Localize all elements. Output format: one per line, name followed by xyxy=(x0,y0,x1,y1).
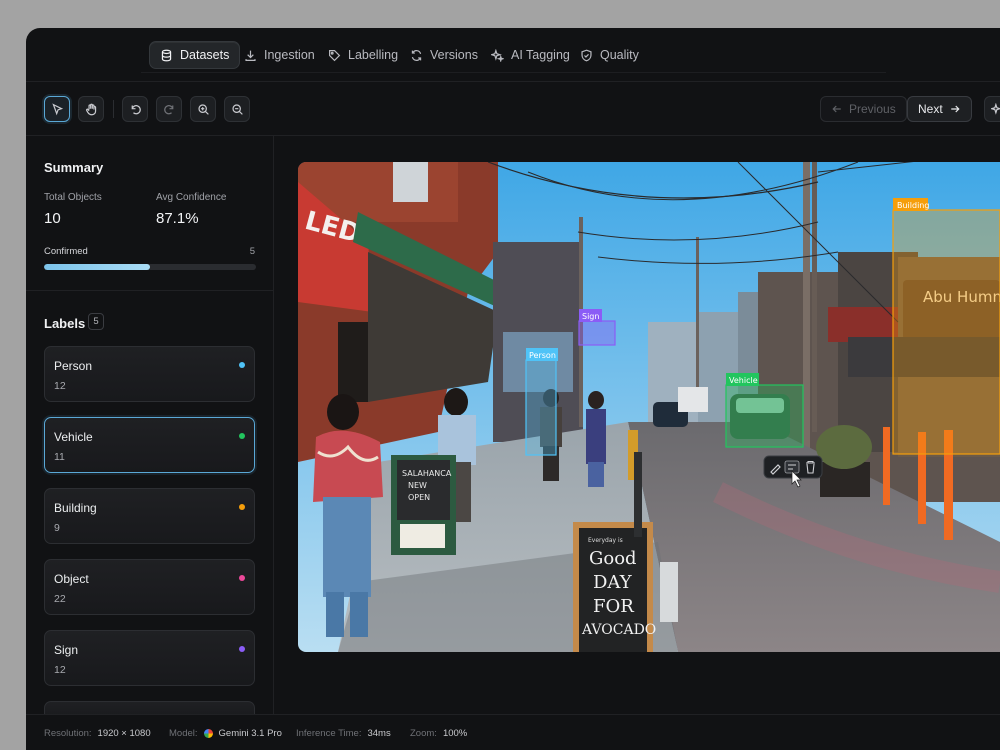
svg-text:AVOCADO: AVOCADO xyxy=(581,622,656,638)
tab-label: AI Tagging xyxy=(511,48,570,62)
summary-title: Summary xyxy=(44,160,104,175)
bbox-building-label: Building xyxy=(897,201,929,210)
bbox-vehicle[interactable] xyxy=(725,384,804,448)
redo-button[interactable] xyxy=(156,96,182,122)
refresh-icon xyxy=(411,49,422,61)
label-name: Vehicle xyxy=(54,430,93,444)
label-name: Building xyxy=(54,501,97,515)
bbox-vehicle-label: Vehicle xyxy=(729,376,758,385)
next-label: Next xyxy=(918,102,943,116)
database-icon xyxy=(161,49,172,61)
zoom-in-button[interactable] xyxy=(190,96,216,122)
sidebar: Summary Total Objects Avg Confidence 10 … xyxy=(26,136,274,721)
label-card-person[interactable]: Person 12 xyxy=(44,346,255,402)
previous-label: Previous xyxy=(849,102,896,116)
label-card-building[interactable]: Building 9 xyxy=(44,488,255,544)
label-name: Sign xyxy=(54,643,79,657)
board-line: SALAHANCA xyxy=(402,469,452,478)
toolbar: Previous Next xyxy=(26,82,1000,136)
tag-icon xyxy=(329,49,341,61)
label-count: 9 xyxy=(54,522,60,534)
label-card-object[interactable]: Object 22 xyxy=(44,559,255,615)
zoom-out-button[interactable] xyxy=(224,96,250,122)
label-name: Person xyxy=(54,359,93,373)
tab-label: Ingestion xyxy=(264,48,315,62)
chalkboard-sign: Everyday is Good DAY FOR AVOCADO xyxy=(573,522,656,652)
model-readout: Model: Gemini 3.1 Pro xyxy=(169,728,282,739)
label-card-vehicle[interactable]: Vehicle 11 xyxy=(44,417,255,473)
cursor-icon xyxy=(51,102,63,115)
avg-confidence-label: Avg Confidence xyxy=(156,192,227,203)
label-count: 22 xyxy=(54,593,66,605)
next-button[interactable]: Next xyxy=(907,96,972,122)
tab-ai-tagging[interactable]: AI Tagging xyxy=(481,41,580,69)
ai-assist-button[interactable] xyxy=(984,96,1000,122)
color-dot xyxy=(239,646,245,652)
color-dot xyxy=(239,504,245,510)
shield-icon xyxy=(581,49,592,61)
pan-tool-button[interactable] xyxy=(78,96,104,122)
tab-datasets[interactable]: Datasets xyxy=(149,41,241,69)
undo-icon xyxy=(131,104,141,114)
undo-button[interactable] xyxy=(122,96,148,122)
tab-label: Quality xyxy=(600,48,639,62)
color-dot xyxy=(239,362,245,368)
svg-text:Good: Good xyxy=(589,548,637,569)
labels-title: Labels xyxy=(44,316,86,331)
total-objects-value: 10 xyxy=(44,210,61,227)
tab-quality[interactable]: Quality xyxy=(570,41,649,69)
svg-text:Everyday is: Everyday is xyxy=(588,537,623,544)
color-dot xyxy=(239,433,245,439)
confirmed-progress-fill xyxy=(44,264,150,270)
inference-readout: Inference Time: 34ms xyxy=(296,728,391,739)
label-count: 11 xyxy=(54,451,65,463)
confirmed-count: 5 xyxy=(249,246,255,257)
bbox-person-label: Person xyxy=(529,351,556,360)
annotated-image[interactable]: Abu Hummus LED xyxy=(298,162,1000,652)
labels-count-badge: 5 xyxy=(88,313,104,330)
previous-button[interactable]: Previous xyxy=(820,96,907,122)
avg-confidence-value: 87.1% xyxy=(156,210,199,227)
redo-icon xyxy=(163,104,173,114)
sandwich-board: SALAHANCA NEW OPEN xyxy=(391,455,456,555)
confirmed-progress-bar xyxy=(44,264,256,270)
sparkle-icon xyxy=(491,48,504,62)
tab-labelling[interactable]: Labelling xyxy=(318,41,408,69)
tab-label: Datasets xyxy=(180,48,230,62)
label-count: 12 xyxy=(54,380,66,392)
color-dot xyxy=(239,575,245,581)
total-objects-label: Total Objects xyxy=(44,192,102,203)
zoom-out-icon xyxy=(231,103,243,115)
bbox-sign-label: Sign xyxy=(582,312,599,321)
board-line: OPEN xyxy=(408,493,430,502)
google-logo-icon xyxy=(203,729,213,738)
zoom-readout: Zoom: 100% xyxy=(410,728,468,739)
bbox-person[interactable] xyxy=(525,359,557,456)
status-bar: Resolution: 1920 × 1080 Model: Gemini 3.… xyxy=(26,714,1000,750)
label-count: 12 xyxy=(54,664,66,676)
tab-versions[interactable]: Versions xyxy=(400,41,488,69)
tab-label: Labelling xyxy=(348,48,399,62)
select-tool-button[interactable] xyxy=(44,96,70,122)
label-name: Object xyxy=(54,572,89,586)
svg-text:FOR: FOR xyxy=(593,596,634,617)
arrow-right-icon xyxy=(950,105,960,113)
top-nav: Datasets Ingestion Labelling Versions AI… xyxy=(26,28,1000,82)
label-card-sign[interactable]: Sign 12 xyxy=(44,630,255,686)
board-line: NEW xyxy=(408,481,427,490)
confirmed-label: Confirmed xyxy=(44,246,88,257)
tab-ingestion[interactable]: Ingestion xyxy=(234,41,325,69)
hand-icon xyxy=(85,103,96,115)
resolution-readout: Resolution: 1920 × 1080 xyxy=(44,728,151,739)
arrow-left-icon xyxy=(832,105,841,113)
sparkle-icon xyxy=(990,102,1000,115)
tab-label: Versions xyxy=(430,48,478,62)
zoom-in-icon xyxy=(197,103,209,115)
bbox-building[interactable] xyxy=(892,209,1000,455)
bbox-sign[interactable] xyxy=(578,320,616,346)
download-icon xyxy=(245,50,256,61)
svg-text:DAY: DAY xyxy=(593,572,633,593)
